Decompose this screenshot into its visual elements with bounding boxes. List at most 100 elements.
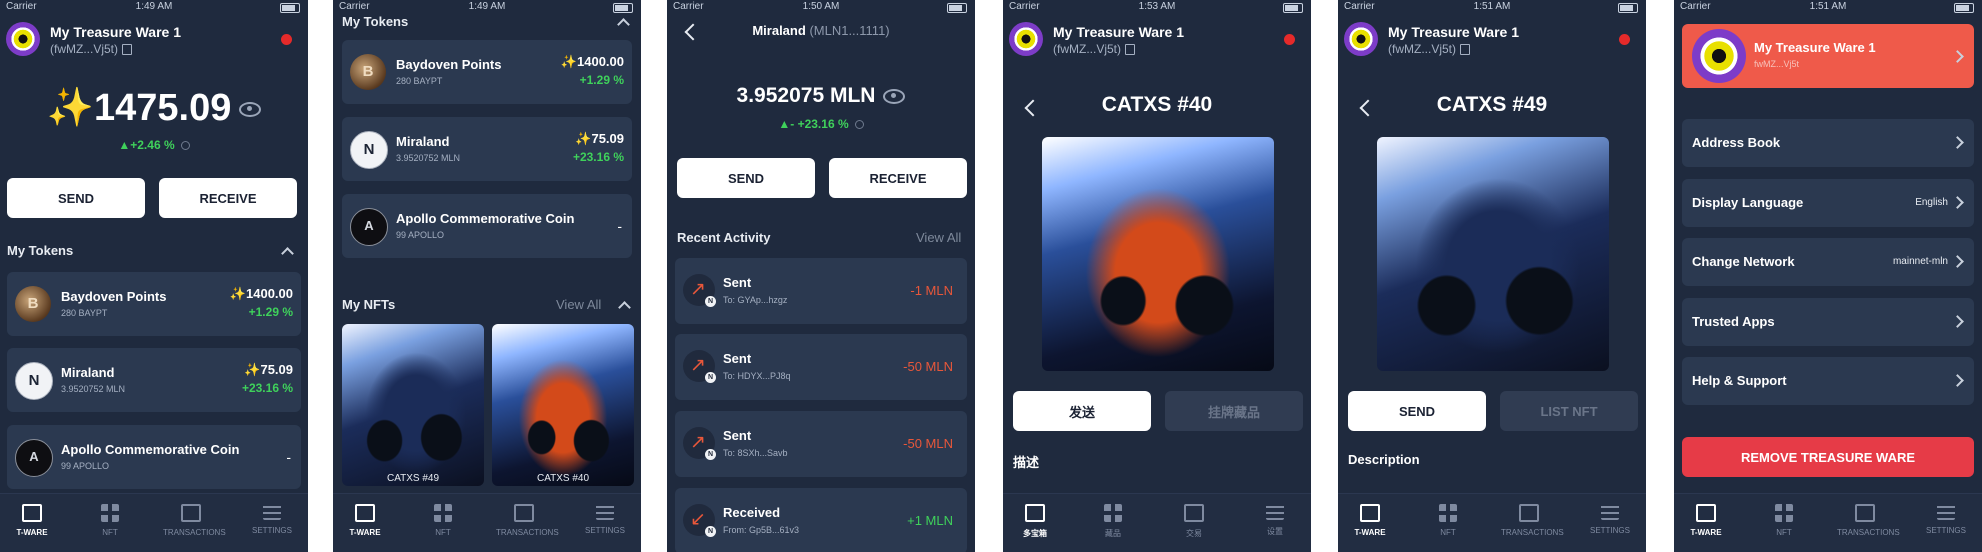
- battery-icon: [613, 3, 633, 13]
- eye-icon[interactable]: [239, 102, 262, 118]
- nft-card-catxs-49[interactable]: CATXS #49: [342, 324, 484, 486]
- miraland-icon: N: [350, 131, 388, 169]
- send-button[interactable]: SEND: [677, 158, 815, 198]
- tab-nft[interactable]: NFT: [1756, 504, 1812, 537]
- tab-t-ware[interactable]: T-WARE: [1342, 504, 1398, 537]
- wallet-header[interactable]: My Treasure Ware 1 (fwMZ...Vj5t): [1344, 20, 1640, 60]
- tab-t-ware[interactable]: T-WARE: [337, 504, 393, 537]
- status-bar: Carrier 1:51 AM: [1338, 0, 1646, 14]
- settings-row-help-support[interactable]: Help & Support: [1682, 357, 1974, 405]
- wallet-icon: [22, 504, 42, 522]
- settings-row-trusted-apps[interactable]: Trusted Apps: [1682, 298, 1974, 346]
- wallet-avatar[interactable]: [1344, 22, 1378, 56]
- settings-row-address-book[interactable]: Address Book: [1682, 119, 1974, 167]
- status-time: 1:49 AM: [135, 1, 173, 12]
- apollo-icon: A: [350, 208, 388, 246]
- token-value: -: [286, 449, 291, 465]
- received-arrow-icon: ↙ N: [683, 504, 716, 537]
- token-name: Baydoven Points: [396, 57, 502, 72]
- copy-icon[interactable]: [1125, 44, 1135, 56]
- chevron-up-icon[interactable]: [618, 301, 631, 314]
- token-row-apollo[interactable]: A Apollo Commemorative Coin 99 APOLLO -: [7, 425, 301, 489]
- send-button[interactable]: 发送: [1013, 391, 1151, 431]
- tab-nft[interactable]: NFT: [415, 504, 471, 537]
- settings-row-change-network[interactable]: Change Network mainnet-mln: [1682, 238, 1974, 286]
- miraland-mini-icon: N: [705, 296, 716, 307]
- receive-button[interactable]: RECEIVE: [159, 178, 297, 218]
- wallet-profile-card[interactable]: My Treasure Ware 1 fwMZ...Vj5t: [1682, 24, 1974, 88]
- send-button[interactable]: SEND: [7, 178, 145, 218]
- tab-t-ware[interactable]: 多宝箱: [1007, 504, 1063, 539]
- tab-settings[interactable]: SETTINGS: [1918, 504, 1974, 535]
- wallet-avatar: [1692, 29, 1746, 83]
- token-row-miraland[interactable]: N Miraland 3.9520752 MLN ✨75.09 +23.16 %: [342, 117, 632, 181]
- grid-icon: [101, 504, 119, 522]
- token-row-baydoven[interactable]: B Baydoven Points 280 BAYPT ✨1400.00 +1.…: [7, 272, 301, 336]
- tab-settings[interactable]: SETTINGS: [244, 504, 300, 535]
- tab-t-ware[interactable]: T-WARE: [1678, 504, 1734, 537]
- tab-transactions[interactable]: TRANSACTIONS: [1837, 504, 1900, 537]
- sliders-icon: [596, 504, 614, 520]
- token-row-apollo[interactable]: A Apollo Commemorative Coin 99 APOLLO -: [342, 194, 632, 258]
- remove-wallet-button[interactable]: REMOVE TREASURE WARE: [1682, 437, 1974, 477]
- activity-row[interactable]: ↗ N Sent To: 8SXh...Savb -50 MLN: [675, 411, 967, 477]
- token-name: Baydoven Points: [61, 289, 167, 304]
- activity-amount: -50 MLN: [903, 359, 953, 374]
- wallet-name: My Treasure Ware 1: [1053, 24, 1184, 40]
- chevron-up-icon[interactable]: [281, 247, 294, 260]
- copy-icon[interactable]: [122, 44, 132, 56]
- chevron-up-icon[interactable]: [617, 18, 630, 31]
- activity-row[interactable]: ↙ N Received From: Gp5B...61v3 +1 MLN: [675, 488, 967, 552]
- settings-value: mainnet-mln: [1892, 256, 1948, 267]
- list-nft-button[interactable]: 挂牌藏品: [1165, 391, 1303, 431]
- token-detail-balance: 3.952075 MLN: [667, 84, 975, 108]
- list-nft-button[interactable]: LIST NFT: [1500, 391, 1638, 431]
- settings-row-display-language[interactable]: Display Language English: [1682, 179, 1974, 227]
- activity-row[interactable]: ↗ N Sent To: HDYX...PJ8q -50 MLN: [675, 334, 967, 400]
- tab-nft[interactable]: 藏品: [1085, 504, 1141, 539]
- info-icon[interactable]: [854, 120, 864, 130]
- sent-arrow-icon: ↗ N: [683, 274, 716, 307]
- grid-icon: [1439, 504, 1457, 522]
- chevron-right-icon: [1951, 136, 1964, 149]
- eye-icon[interactable]: [883, 88, 906, 104]
- wallet-header[interactable]: My Treasure Ware 1 (fwMZ...Vj5t): [1009, 20, 1305, 60]
- tab-transactions[interactable]: TRANSACTIONS: [1501, 504, 1564, 537]
- view-all-nfts-link[interactable]: View All: [556, 297, 601, 312]
- tab-transactions[interactable]: TRANSACTIONS: [163, 504, 226, 537]
- wallet-name: My Treasure Ware 1: [1388, 24, 1519, 40]
- settings-label: Change Network: [1692, 254, 1795, 269]
- my-tokens-title: My Tokens: [7, 243, 74, 258]
- tab-transactions[interactable]: TRANSACTIONS: [496, 504, 559, 537]
- apollo-icon: A: [15, 439, 53, 477]
- status-time: 1:51 AM: [1809, 1, 1847, 12]
- tab-nft[interactable]: NFT: [82, 504, 138, 537]
- token-balance: 280 BAYPT: [396, 76, 443, 86]
- token-row-baydoven[interactable]: B Baydoven Points 280 BAYPT ✨1400.00 +1.…: [342, 40, 632, 104]
- screen-token-detail: Carrier 1:50 AM Miraland (MLN1...1111) 3…: [667, 0, 975, 552]
- tab-settings[interactable]: 设置: [1247, 504, 1303, 537]
- info-icon[interactable]: [180, 141, 190, 151]
- status-bar: Carrier 1:53 AM: [1003, 0, 1311, 14]
- tab-t-ware[interactable]: T-WARE: [4, 504, 60, 537]
- tab-settings[interactable]: SETTINGS: [1582, 504, 1638, 535]
- copy-icon[interactable]: [1460, 44, 1470, 56]
- tab-transactions[interactable]: 交易: [1166, 504, 1222, 539]
- sent-arrow-icon: ↗ N: [683, 350, 716, 383]
- tab-nft[interactable]: NFT: [1420, 504, 1476, 537]
- receive-button[interactable]: RECEIVE: [829, 158, 967, 198]
- wallet-avatar[interactable]: [1009, 22, 1043, 56]
- wallet-avatar[interactable]: [6, 22, 40, 56]
- settings-label: Display Language: [1692, 195, 1804, 210]
- send-button[interactable]: SEND: [1348, 391, 1486, 431]
- nft-image: [1042, 137, 1274, 371]
- status-bar: Carrier 1:50 AM: [667, 0, 975, 14]
- tab-settings[interactable]: SETTINGS: [577, 504, 633, 535]
- sent-arrow-icon: ↗ N: [683, 427, 716, 460]
- sliders-icon: [263, 504, 281, 520]
- wallet-header[interactable]: My Treasure Ware 1 (fwMZ...Vj5t): [6, 20, 302, 60]
- token-row-miraland[interactable]: N Miraland 3.9520752 MLN ✨75.09 +23.16 %: [7, 348, 301, 412]
- view-all-activity-link[interactable]: View All: [916, 230, 961, 245]
- nft-card-catxs-40[interactable]: CATXS #40: [492, 324, 634, 486]
- activity-row[interactable]: ↗ N Sent To: GYAp...hzgz -1 MLN: [675, 258, 967, 324]
